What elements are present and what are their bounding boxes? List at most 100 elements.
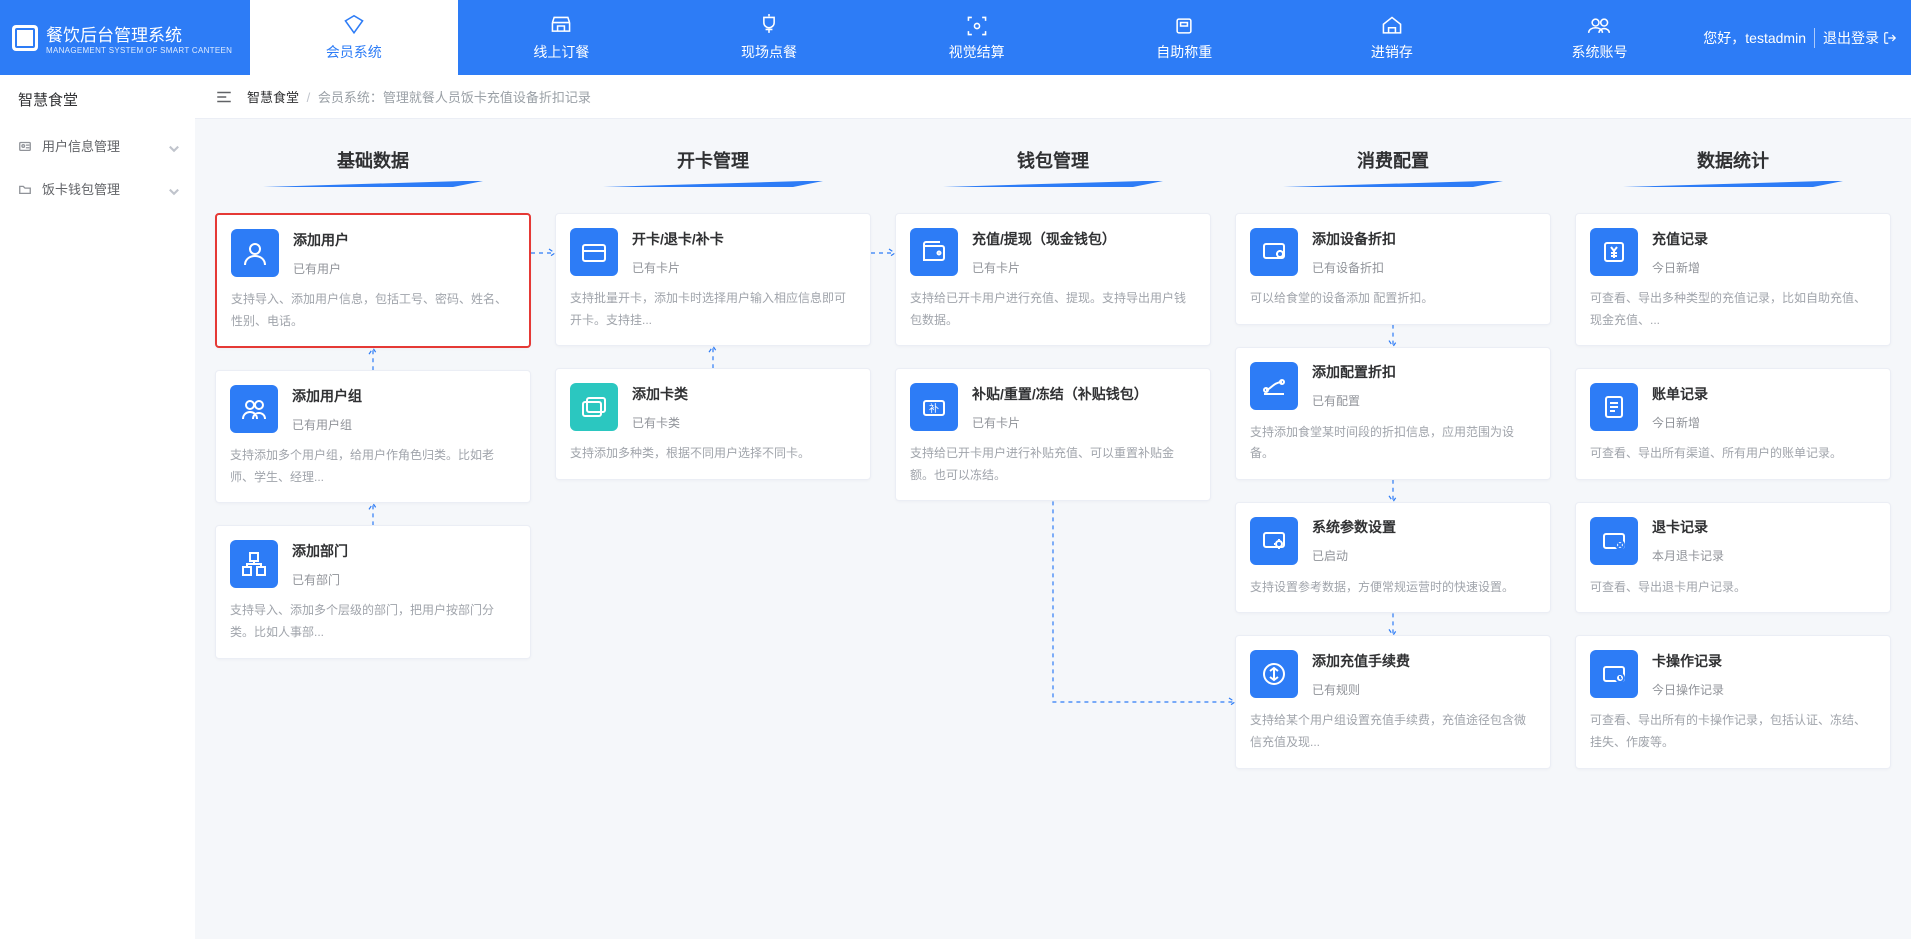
card-title: 添加充值手续费 xyxy=(1312,651,1410,671)
card-subtitle: 已有卡片 xyxy=(972,259,1116,276)
card-subtitle: 已有设备折扣 xyxy=(1312,259,1396,276)
column-title: 基础数据 xyxy=(337,147,409,173)
logout-label: 退出登录 xyxy=(1823,28,1879,48)
card-desc: 可查看、导出退卡用户记录。 xyxy=(1590,577,1876,599)
users-icon xyxy=(230,385,278,433)
card-cardlog[interactable]: 卡操作记录 今日操作记录 可查看、导出所有的卡操作记录，包括认证、冻结、挂失、作… xyxy=(1575,635,1891,768)
card-subtitle: 已有卡类 xyxy=(632,414,688,431)
cardx-icon xyxy=(1590,517,1638,565)
column-underline xyxy=(895,179,1211,189)
card-title: 开卡/退卡/补卡 xyxy=(632,229,724,249)
card-subtitle: 今日操作记录 xyxy=(1652,681,1724,698)
card-fee[interactable]: 添加充值手续费 已有规则 支持给某个用户组设置充值手续费，充值途径包含微信充值及… xyxy=(1235,635,1551,768)
crumb-detail: 管理就餐人员饭卡充值设备折扣记录 xyxy=(383,90,591,105)
card-user[interactable]: 添加用户 已有用户 支持导入、添加用户信息，包括工号、密码、姓名、性别、电话。 xyxy=(215,213,531,348)
card-bill[interactable]: 账单记录 今日新增 可查看、导出所有渠道、所有用户的账单记录。 xyxy=(1575,368,1891,480)
card-subtitle: 已有用户 xyxy=(293,260,349,277)
settings-icon xyxy=(1250,517,1298,565)
columns: 基础数据 添加用户 已有用户 支持导入、添加用户信息，包括工号、密码、姓名、性别… xyxy=(195,119,1911,791)
card-title: 充值/提现（现金钱包） xyxy=(972,229,1116,249)
card-org[interactable]: 添加部门 已有部门 支持导入、添加多个层级的部门，把用户按部门分类。比如人事部.… xyxy=(215,525,531,658)
card-yen[interactable]: 充值记录 今日新增 可查看、导出多种类型的充值记录，比如自助充值、现金充值、..… xyxy=(1575,213,1891,346)
card-subtitle: 已有卡片 xyxy=(632,259,724,276)
breadcrumb-bar: 智慧食堂 / 会员系统：管理就餐人员饭卡充值设备折扣记录 xyxy=(195,75,1911,119)
card-desc: 支持导入、添加多个层级的部门，把用户按部门分类。比如人事部... xyxy=(230,600,516,643)
greeting: 您好，testadmin xyxy=(1703,28,1806,48)
card-card[interactable]: 开卡/退卡/补卡 已有卡片 支持批量开卡，添加卡时选择用户输入相应信息即可开卡。… xyxy=(555,213,871,346)
store-icon xyxy=(547,14,575,38)
topnav-users[interactable]: 系统账号 xyxy=(1496,0,1704,75)
card-discount[interactable]: 添加配置折扣 已有配置 支持添加食堂某时间段的折扣信息，应用范围为设备。 xyxy=(1235,347,1551,480)
card-cards[interactable]: 添加卡类 已有卡类 支持添加多种类，根据不同用户选择不同卡。 xyxy=(555,368,871,480)
yen-icon xyxy=(1590,228,1638,276)
column-0: 基础数据 添加用户 已有用户 支持导入、添加用户信息，包括工号、密码、姓名、性别… xyxy=(215,147,531,681)
crumb-root[interactable]: 智慧食堂 xyxy=(247,90,299,105)
card-title: 添加卡类 xyxy=(632,384,688,404)
sidebar-item-label: 饭卡钱包管理 xyxy=(42,179,120,198)
card-title: 添加设备折扣 xyxy=(1312,229,1396,249)
card-settings[interactable]: 系统参数设置 已启动 支持设置参考数据，方便常规运营时的快速设置。 xyxy=(1235,502,1551,614)
discount-icon xyxy=(1250,362,1298,410)
card-title: 补贴/重置/冻结（补贴钱包） xyxy=(972,384,1148,404)
bill-icon xyxy=(1590,383,1638,431)
card-subtitle: 已有规则 xyxy=(1312,681,1410,698)
column-title: 消费配置 xyxy=(1357,147,1429,173)
brand-title: 餐饮后台管理系统 xyxy=(46,21,232,46)
card-subtitle: 本月退卡记录 xyxy=(1652,547,1724,564)
topbar-right: 您好，testadmin 退出登录 xyxy=(1703,28,1911,48)
topnav-diamond[interactable]: 会员系统 xyxy=(250,0,458,75)
column-3: 消费配置 添加设备折扣 已有设备折扣 可以给食堂的设备添加 配置折扣。 添加配置… xyxy=(1235,147,1551,791)
card-subtitle: 已有用户组 xyxy=(292,416,362,433)
sidebar: 智慧食堂 用户信息管理饭卡钱包管理 xyxy=(0,75,195,939)
brand-logo-icon xyxy=(12,25,38,51)
topnav-label: 自助称重 xyxy=(1156,42,1212,62)
topnav-store[interactable]: 线上订餐 xyxy=(458,0,666,75)
card-title: 添加用户组 xyxy=(292,386,362,406)
card-title: 添加部门 xyxy=(292,541,348,561)
card-desc: 支持添加多个用户组，给用户作角色归类。比如老师、学生、经理... xyxy=(230,445,516,488)
user-icon xyxy=(231,229,279,277)
card-icon xyxy=(570,228,618,276)
collapse-menu-icon[interactable] xyxy=(215,88,233,106)
card-subtitle: 已启动 xyxy=(1312,547,1396,564)
card-desc: 支持导入、添加用户信息，包括工号、密码、姓名、性别、电话。 xyxy=(231,289,515,332)
topnav-warehouse[interactable]: 进销存 xyxy=(1288,0,1496,75)
card-desc: 支持批量开卡，添加卡时选择用户输入相应信息即可开卡。支持挂... xyxy=(570,288,856,331)
wallet-icon xyxy=(910,228,958,276)
card-desc: 可查看、导出多种类型的充值记录，比如自助充值、现金充值、... xyxy=(1590,288,1876,331)
topnav-label: 视觉结算 xyxy=(949,42,1005,62)
card-desc: 支持给已开卡用户进行充值、提现。支持导出用户钱包数据。 xyxy=(910,288,1196,331)
card-wallet[interactable]: 充值/提现（现金钱包） 已有卡片 支持给已开卡用户进行充值、提现。支持导出用户钱… xyxy=(895,213,1211,346)
card-subtitle: 今日新增 xyxy=(1652,259,1708,276)
topnav-scan[interactable]: 视觉结算 xyxy=(873,0,1081,75)
card-desc: 支持添加多种类，根据不同用户选择不同卡。 xyxy=(570,443,856,465)
topnav-scale[interactable]: 自助称重 xyxy=(1080,0,1288,75)
sidebar-item-1[interactable]: 饭卡钱包管理 xyxy=(0,167,195,210)
sidebar-item-0[interactable]: 用户信息管理 xyxy=(0,124,195,167)
fee-icon xyxy=(1250,650,1298,698)
subsidy-icon: 补 xyxy=(910,383,958,431)
users-icon xyxy=(1585,14,1613,38)
card-title: 账单记录 xyxy=(1652,384,1708,404)
brand: 餐饮后台管理系统 MANAGEMENT SYSTEM OF SMART CANT… xyxy=(0,21,250,55)
brand-subtitle: MANAGEMENT SYSTEM OF SMART CANTEEN xyxy=(46,46,232,55)
card-cardx[interactable]: 退卡记录 本月退卡记录 可查看、导出退卡用户记录。 xyxy=(1575,502,1891,614)
cards-icon xyxy=(570,383,618,431)
card-desc: 可查看、导出所有渠道、所有用户的账单记录。 xyxy=(1590,443,1876,465)
chevron-down-icon xyxy=(167,184,177,194)
card-desc: 支持给已开卡用户进行补贴充值、可以重置补贴金额。也可以冻结。 xyxy=(910,443,1196,486)
card-users[interactable]: 添加用户组 已有用户组 支持添加多个用户组，给用户作角色归类。比如老师、学生、经… xyxy=(215,370,531,503)
card-subsidy[interactable]: 补 补贴/重置/冻结（补贴钱包） 已有卡片 支持给已开卡用户进行补贴充值、可以重… xyxy=(895,368,1211,501)
cup-icon xyxy=(755,14,783,38)
svg-text:补: 补 xyxy=(929,402,939,415)
divider xyxy=(1814,28,1815,48)
topnav-label: 系统账号 xyxy=(1571,42,1627,62)
column-title: 钱包管理 xyxy=(1017,147,1089,173)
topnav-cup[interactable]: 现场点餐 xyxy=(665,0,873,75)
card-device[interactable]: 添加设备折扣 已有设备折扣 可以给食堂的设备添加 配置折扣。 xyxy=(1235,213,1551,325)
column-4: 数据统计 充值记录 今日新增 可查看、导出多种类型的充值记录，比如自助充值、现金… xyxy=(1575,147,1891,791)
cardlog-icon xyxy=(1590,650,1638,698)
topnav-label: 会员系统 xyxy=(326,42,382,62)
topnav-label: 进销存 xyxy=(1371,42,1413,62)
logout-button[interactable]: 退出登录 xyxy=(1823,28,1897,48)
